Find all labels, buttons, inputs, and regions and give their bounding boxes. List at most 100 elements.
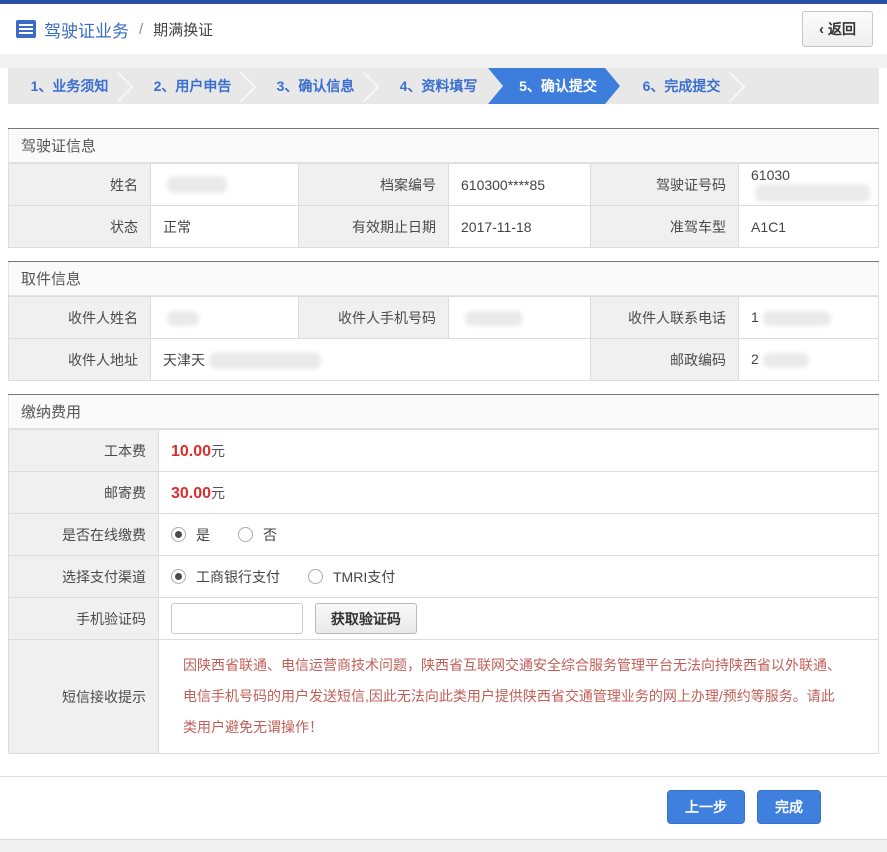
- license-number-value: 61030: [738, 163, 879, 206]
- breadcrumb: 驾驶证业务 / 期满换证: [16, 17, 213, 42]
- production-fee-value: 10.00元: [158, 429, 879, 472]
- page-header: 驾驶证业务 / 期满换证 ‹ 返回: [0, 4, 887, 54]
- table-row: 收件人姓名 收件人手机号码 收件人联系电话 1: [8, 296, 879, 339]
- table-row: 状态 正常 有效期止日期 2017-11-18 准驾车型 A1C1: [8, 205, 879, 248]
- table-row: 工本费 10.00元: [8, 429, 879, 472]
- postcode-value: 2: [738, 338, 879, 381]
- redacted-name: [167, 176, 227, 194]
- table-row: 收件人地址 天津天 邮政编码 2: [8, 338, 879, 381]
- get-code-button[interactable]: 获取验证码: [314, 603, 417, 634]
- postcode-text: 2: [751, 351, 759, 368]
- table-row: 邮寄费 30.00元: [8, 471, 879, 514]
- pickup-info-table: 收件人姓名 收件人手机号码 收件人联系电话 1 收件人地址 天津天 邮政编码 2: [8, 296, 879, 381]
- recipient-mobile-value: [448, 296, 591, 339]
- table-row: 选择支付渠道 工商银行支付 TMRI支付: [8, 555, 879, 598]
- online-payment-label: 是否在线缴费: [8, 513, 159, 556]
- step-4-fill-data: 4、资料填写: [377, 68, 500, 104]
- step-wizard: 1、业务须知 2、用户申告 3、确认信息 4、资料填写 5、确认提交 6、完成提…: [8, 68, 879, 104]
- redacted-license-number: [755, 183, 870, 202]
- name-label: 姓名: [8, 163, 151, 206]
- online-payment-options: 是 否: [158, 513, 879, 556]
- radio-online-yes[interactable]: [171, 527, 186, 542]
- address-value: 天津天: [150, 338, 591, 381]
- radio-online-no[interactable]: [238, 527, 253, 542]
- recipient-mobile-label: 收件人手机号码: [298, 296, 449, 339]
- address-label: 收件人地址: [8, 338, 151, 381]
- recipient-phone-text: 1: [751, 309, 759, 326]
- redacted-recipient-phone: [762, 310, 831, 326]
- back-button[interactable]: ‹ 返回: [802, 11, 873, 47]
- page-title: 驾驶证业务: [44, 21, 129, 41]
- step-2-user-declaration: 2、用户申告: [131, 68, 254, 104]
- step-3-confirm-info: 3、确认信息: [254, 68, 377, 104]
- channel-label: 选择支付渠道: [8, 555, 159, 598]
- radio-channel-icbc[interactable]: [171, 569, 186, 584]
- back-button-label: 返回: [828, 21, 856, 37]
- radio-channel-icbc-label[interactable]: 工商银行支付: [196, 567, 280, 587]
- main-content: 驾驶证信息 姓名 档案编号 610300****85 驾驶证号码 61030 状…: [0, 104, 887, 754]
- payment-table: 工本费 10.00元 邮寄费 30.00元 是否在线缴费 是 否 选择支付渠道 …: [8, 429, 879, 754]
- status-label: 状态: [8, 205, 151, 248]
- sms-code-field: 获取验证码: [158, 597, 879, 640]
- breadcrumb-current: 期满换证: [153, 21, 214, 39]
- step-label: 3、确认信息: [276, 78, 355, 94]
- chevron-left-icon: ‹: [819, 20, 824, 38]
- recipient-phone-label: 收件人联系电话: [590, 296, 739, 339]
- header-divider-band: [0, 54, 887, 68]
- redacted-postcode: [762, 352, 809, 368]
- production-fee-amount: 10.00: [171, 442, 212, 460]
- table-row: 短信接收提示 因陕西省联通、电信运营商技术问题，陕西省互联网交通安全综合服务管理…: [8, 639, 879, 754]
- mailing-fee-value: 30.00元: [158, 471, 879, 514]
- mailing-fee-amount: 30.00: [171, 484, 212, 502]
- name-value: [150, 163, 299, 206]
- sms-notice-text: 因陕西省联通、电信运营商技术问题，陕西省互联网交通安全综合服务管理平台无法向持陕…: [183, 657, 841, 735]
- file-number-label: 档案编号: [298, 163, 449, 206]
- section-title-license-info: 驾驶证信息: [8, 129, 879, 163]
- section-title-pickup-info: 取件信息: [8, 262, 879, 296]
- recipient-phone-value: 1: [738, 296, 879, 339]
- production-fee-label: 工本费: [8, 429, 159, 472]
- expiry-value: 2017-11-18: [448, 205, 591, 248]
- step-label: 1、业务须知: [30, 78, 109, 94]
- step-label: 4、资料填写: [399, 78, 478, 94]
- sms-code-label: 手机验证码: [8, 597, 159, 640]
- expiry-label: 有效期止日期: [298, 205, 449, 248]
- license-info-table: 姓名 档案编号 610300****85 驾驶证号码 61030 状态 正常 有…: [8, 163, 879, 248]
- fee-unit: 元: [211, 442, 226, 459]
- finish-button[interactable]: 完成: [757, 790, 821, 824]
- breadcrumb-separator: /: [139, 20, 144, 38]
- address-text: 天津天: [163, 351, 205, 368]
- step-label: 2、用户申告: [153, 78, 232, 94]
- sms-notice-cell: 因陕西省联通、电信运营商技术问题，陕西省互联网交通安全综合服务管理平台无法向持陕…: [158, 639, 879, 754]
- step-6-complete-submit: 6、完成提交: [620, 68, 743, 104]
- radio-online-no-label[interactable]: 否: [263, 525, 277, 545]
- bottom-strip: [0, 839, 887, 852]
- table-row: 是否在线缴费 是 否: [8, 513, 879, 556]
- license-number-text: 61030: [751, 167, 790, 184]
- previous-step-button[interactable]: 上一步: [667, 790, 745, 824]
- status-value: 正常: [150, 205, 299, 248]
- vehicle-type-value: A1C1: [738, 205, 879, 248]
- section-title-payment: 缴纳费用: [8, 395, 879, 429]
- step-5-confirm-submit-active: 5、确认提交: [488, 68, 620, 104]
- license-number-label: 驾驶证号码: [590, 163, 739, 206]
- section-payment: 缴纳费用 工本费 10.00元 邮寄费 30.00元 是否在线缴费 是 否 选择…: [8, 394, 879, 754]
- table-row: 手机验证码 获取验证码: [8, 597, 879, 640]
- footer-actions: 上一步 完成: [0, 776, 887, 839]
- redacted-recipient-mobile: [465, 310, 523, 326]
- step-1-business-notice: 1、业务须知: [8, 68, 131, 104]
- table-row: 姓名 档案编号 610300****85 驾驶证号码 61030: [8, 163, 879, 206]
- list-icon: [16, 20, 36, 38]
- radio-channel-tmri-label[interactable]: TMRI支付: [333, 567, 395, 587]
- recipient-name-label: 收件人姓名: [8, 296, 151, 339]
- fee-unit: 元: [211, 484, 226, 501]
- sms-code-input[interactable]: [171, 603, 303, 634]
- step-label: 6、完成提交: [642, 78, 721, 94]
- file-number-value: 610300****85: [448, 163, 591, 206]
- radio-channel-tmri[interactable]: [308, 569, 323, 584]
- channel-options: 工商银行支付 TMRI支付: [158, 555, 879, 598]
- postcode-label: 邮政编码: [590, 338, 739, 381]
- section-license-info: 驾驶证信息 姓名 档案编号 610300****85 驾驶证号码 61030 状…: [8, 128, 879, 248]
- radio-online-yes-label[interactable]: 是: [196, 525, 210, 545]
- sms-notice-label: 短信接收提示: [8, 639, 159, 754]
